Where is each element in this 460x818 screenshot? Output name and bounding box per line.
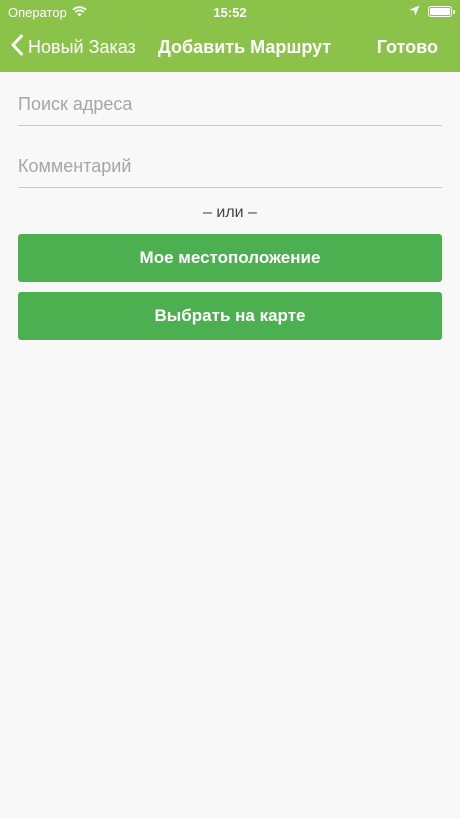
status-bar: Оператор 15:52 [0, 0, 460, 24]
address-search-field [18, 85, 442, 126]
battery-icon [428, 6, 455, 17]
my-location-button[interactable]: Мое местоположение [18, 234, 442, 282]
done-button[interactable]: Готово [377, 37, 438, 58]
comment-input[interactable] [18, 147, 442, 185]
address-search-input[interactable] [18, 85, 442, 123]
or-separator: – или – [203, 204, 257, 221]
pick-on-map-button[interactable]: Выбрать на карте [18, 292, 442, 340]
status-time: 15:52 [213, 5, 247, 20]
my-location-label: Мое местоположение [139, 248, 321, 267]
location-arrow-icon [409, 4, 420, 19]
back-label: Новый Заказ [28, 37, 136, 57]
comment-field [18, 147, 442, 188]
navigation-bar: Новый Заказ Добавить Маршрут Готово [0, 24, 460, 72]
back-button[interactable]: Новый Заказ [10, 34, 136, 61]
status-right [409, 4, 455, 19]
chevron-left-icon [10, 34, 24, 61]
page-title: Добавить Маршрут [158, 37, 332, 57]
battery-level [430, 8, 450, 15]
pick-on-map-label: Выбрать на карте [154, 306, 306, 325]
top-bar: Оператор 15:52 Новый Заказ Добавить Марш… [0, 0, 460, 72]
